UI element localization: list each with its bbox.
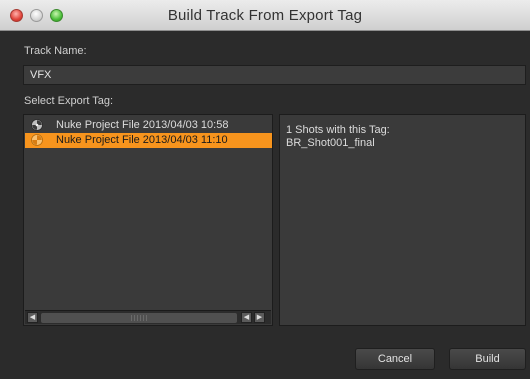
shots-count-text: 1 Shots with this Tag: [286, 124, 390, 136]
scrollbar-grip-icon [131, 315, 149, 321]
tag-info-panel: 1 Shots with this Tag: BR_Shot001_final [279, 114, 526, 326]
export-tag-item-label: Nuke Project File 2013/04/03 10:58 [56, 119, 229, 131]
track-name-input[interactable]: VFX [23, 65, 526, 85]
track-name-label: Track Name: [24, 45, 87, 57]
title-bar: Build Track From Export Tag [0, 0, 530, 31]
horizontal-scrollbar[interactable]: ◀ ◀ ▶ [25, 310, 271, 324]
export-tag-label: Select Export Tag: [24, 95, 114, 107]
nuke-icon [31, 134, 43, 146]
window-title: Build Track From Export Tag [167, 7, 363, 24]
export-tag-item-selected[interactable]: Nuke Project File 2013/04/03 11:10 [25, 133, 272, 148]
scrollbar-thumb[interactable] [41, 313, 237, 323]
export-tag-list[interactable]: Nuke Project File 2013/04/03 10:58 Nuke … [23, 114, 273, 326]
nuke-icon [31, 119, 43, 131]
build-button[interactable]: Build [449, 348, 526, 370]
scroll-right-arrow-button[interactable]: ▶ [254, 312, 265, 323]
export-tag-item-label: Nuke Project File 2013/04/03 11:10 [56, 134, 228, 146]
shot-name-text: BR_Shot001_final [286, 137, 375, 149]
scroll-left-button[interactable]: ◀ [27, 312, 38, 323]
export-tag-item[interactable]: Nuke Project File 2013/04/03 10:58 [25, 118, 272, 133]
cancel-button[interactable]: Cancel [355, 348, 435, 370]
scroll-left-arrow-button[interactable]: ◀ [241, 312, 252, 323]
